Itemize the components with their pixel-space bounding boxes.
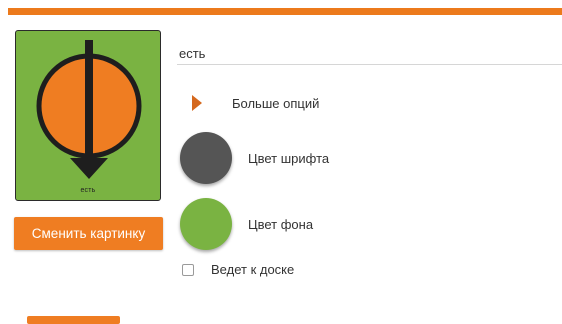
symbol-label-input[interactable]: [177, 43, 562, 65]
leads-to-board-checkbox[interactable]: Ведет к доске: [182, 262, 294, 277]
leads-to-board-label: Ведет к доске: [211, 262, 295, 277]
change-image-button[interactable]: Сменить картинку: [14, 217, 163, 250]
more-options-label: Больше опций: [232, 95, 320, 111]
background-color-label: Цвет фона: [248, 216, 314, 232]
symbol-caption: есть: [80, 187, 96, 194]
background-color-picker[interactable]: Цвет фона: [180, 198, 313, 250]
font-color-label: Цвет шрифта: [248, 150, 330, 166]
bottom-action-button[interactable]: [27, 316, 120, 324]
down-arrow-through-circle-icon: [36, 40, 142, 179]
font-color-picker[interactable]: Цвет шрифта: [180, 132, 329, 184]
more-options-toggle[interactable]: Больше опций: [192, 92, 319, 114]
top-accent-bar: [8, 8, 562, 15]
font-color-swatch[interactable]: [180, 132, 232, 184]
expand-triangle-icon: [192, 95, 202, 111]
background-color-swatch[interactable]: [180, 198, 232, 250]
checkbox-icon[interactable]: [182, 263, 194, 276]
symbol-image[interactable]: есть: [15, 30, 161, 201]
